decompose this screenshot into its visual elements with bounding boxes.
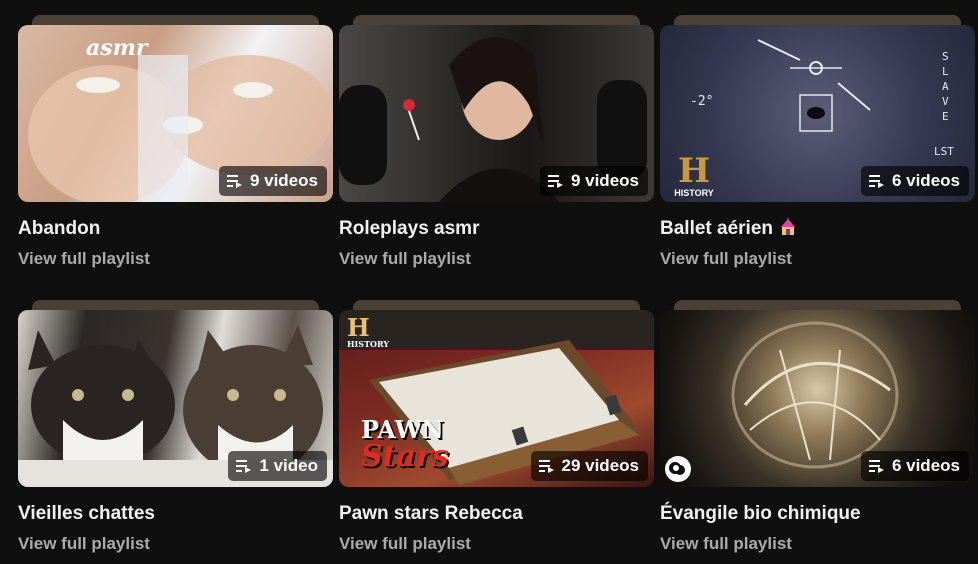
svg-text:V: V [942, 95, 949, 108]
video-count-badge: 9 videos [218, 166, 327, 196]
playlist-icon [236, 460, 252, 473]
playlist-icon [226, 175, 242, 188]
playlist-thumbnail[interactable]: 9 videos [339, 25, 654, 202]
view-full-playlist-link[interactable]: View full playlist [339, 533, 654, 555]
circus-tent-emoji-icon [781, 218, 795, 235]
playlist-title[interactable]: Pawn stars Rebecca [339, 502, 654, 526]
history-logo: H HISTORY [347, 313, 390, 349]
view-full-playlist-link[interactable]: View full playlist [339, 248, 654, 270]
video-count-badge: 6 videos [860, 166, 969, 196]
view-full-playlist-link[interactable]: View full playlist [660, 248, 975, 270]
thumbnail-text: asmr [86, 35, 148, 61]
playlist-thumbnail[interactable]: 1 video [18, 310, 333, 487]
svg-text:A: A [942, 80, 949, 93]
video-count-badge: 9 videos [539, 166, 648, 196]
playlist-title[interactable]: Ballet aérien [660, 217, 975, 241]
playlist-title[interactable]: Roleplays asmr [339, 217, 654, 241]
history-logo: H HISTORY [674, 151, 714, 198]
playlist-title[interactable]: Vieilles chattes [18, 502, 333, 526]
playlist-card[interactable]: 9 videos Roleplays asmr View full playli… [339, 15, 654, 270]
svg-text:S: S [942, 50, 949, 63]
video-count: 9 videos [570, 171, 639, 190]
svg-text:E: E [942, 110, 949, 123]
video-count: 6 videos [891, 171, 960, 190]
playlist-thumbnail[interactable]: 6 videos [660, 310, 975, 487]
playlist-thumbnail[interactable]: asmr 9 videos [18, 25, 333, 202]
playlist-icon [868, 175, 884, 188]
playlist-icon [547, 175, 563, 188]
video-count-badge: 29 videos [530, 451, 648, 481]
playlist-card[interactable]: 6 videos Évangile bio chimique View full… [660, 300, 975, 555]
svg-text:L: L [942, 65, 949, 78]
pbs-logo-icon [665, 456, 691, 482]
playlist-title[interactable]: Abandon [18, 217, 333, 241]
playlist-thumbnail[interactable]: -2° S L A V E LST H HISTORY 6 videos [660, 25, 975, 202]
pawn-stars-logo: PAWN Stars [361, 415, 449, 474]
playlist-icon [868, 460, 884, 473]
playlist-card[interactable]: H HISTORY PAWN Stars 29 videos Pawn star… [339, 300, 654, 555]
video-count-badge: 6 videos [860, 451, 969, 481]
view-full-playlist-link[interactable]: View full playlist [18, 248, 333, 270]
video-count-badge: 1 video [228, 451, 327, 481]
video-count: 6 videos [891, 456, 960, 475]
playlist-card[interactable]: 1 video Vieilles chattes View full playl… [18, 300, 333, 555]
video-count: 29 videos [561, 456, 640, 475]
playlist-thumbnail[interactable]: H HISTORY PAWN Stars 29 videos [339, 310, 654, 487]
video-count: 1 video [259, 456, 318, 475]
playlist-title-text: Ballet aérien [660, 218, 773, 239]
playlist-grid: asmr 9 videos Abandon View full playlist [0, 0, 978, 564]
svg-text:-2°: -2° [690, 94, 713, 109]
playlist-card[interactable]: asmr 9 videos Abandon View full playlist [18, 15, 333, 270]
video-count: 9 videos [249, 171, 318, 190]
playlist-icon [538, 460, 554, 473]
view-full-playlist-link[interactable]: View full playlist [660, 533, 975, 555]
playlist-title[interactable]: Évangile bio chimique [660, 502, 975, 526]
view-full-playlist-link[interactable]: View full playlist [18, 533, 333, 555]
svg-text:LST: LST [934, 145, 954, 158]
playlist-card[interactable]: -2° S L A V E LST H HISTORY 6 videos Bal… [660, 15, 975, 270]
